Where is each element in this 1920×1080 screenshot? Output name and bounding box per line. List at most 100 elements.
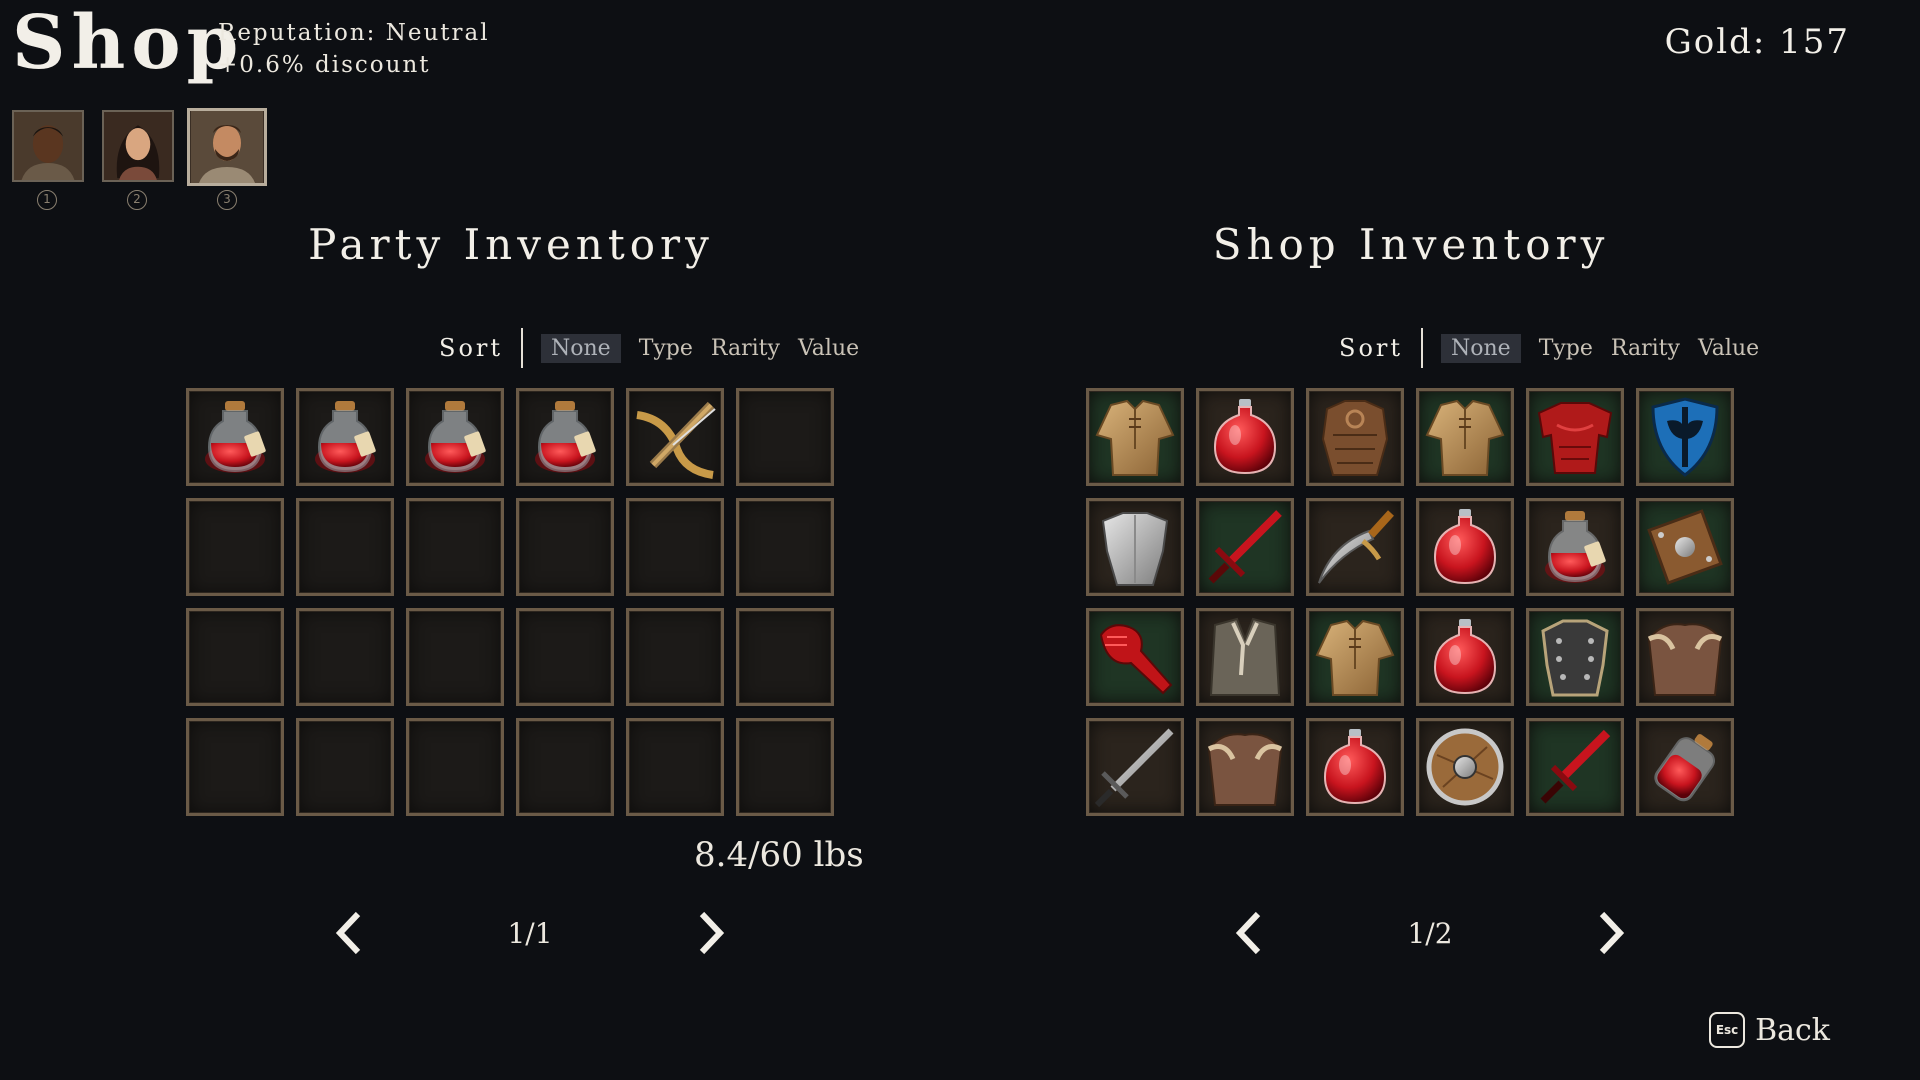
reputation-text: Reputation: Neutral [218,20,490,46]
shop-inventory-slot[interactable] [1086,498,1184,596]
party-inventory-empty-slot [296,498,394,596]
party-inventory-empty-slot [626,498,724,596]
shop-sort-bar: Sort None Type Rarity Value [1339,328,1759,368]
party-prev-page-button[interactable] [330,908,370,958]
party-inventory-slot[interactable] [516,388,614,486]
shop-inventory-slot[interactable] [1416,388,1514,486]
shop-sort-value[interactable]: Value [1698,334,1759,363]
shop-inventory-slot[interactable] [1196,498,1294,596]
shop-inventory-slot[interactable] [1306,388,1404,486]
shop-inventory-slot[interactable] [1306,718,1404,816]
fur-vest-icon [1203,615,1287,699]
party-inventory-grid [186,388,834,816]
shop-inventory-slot[interactable] [1526,498,1624,596]
leather-tunic-icon [1423,395,1507,479]
leather-tunic-icon [1313,615,1397,699]
esc-key-icon: Esc [1709,1012,1746,1048]
shop-inventory-slot[interactable] [1086,608,1184,706]
round-red-potion-icon [1423,505,1507,589]
shop-next-page-button[interactable] [1590,908,1630,958]
party-inventory-empty-slot [626,608,724,706]
shop-inventory-slot[interactable] [1526,608,1624,706]
shop-sort-none[interactable]: None [1441,333,1521,363]
back-button[interactable]: Esc Back [1709,1012,1830,1048]
party-inventory-empty-slot [516,718,614,816]
party-inventory-empty-slot [186,498,284,596]
shop-inventory-title: Shop Inventory [1212,220,1610,269]
shop-inventory-slot[interactable] [1416,608,1514,706]
shop-inventory-slot[interactable] [1306,498,1404,596]
shop-inventory-slot[interactable] [1636,608,1734,706]
party-page-number: 1/1 [507,916,553,950]
shop-pager: 1/2 [1230,908,1630,958]
red-gauntlet-icon [1093,615,1177,699]
blue-kite-shield-icon [1643,395,1727,479]
curved-dagger-icon [1313,505,1397,589]
steel-breastplate-icon [1093,505,1177,589]
shop-inventory-slot[interactable] [1416,498,1514,596]
chevron-left-icon [335,911,361,955]
health-potion-flask-icon [413,395,497,479]
shop-inventory-slot[interactable] [1086,388,1184,486]
shop-prev-page-button[interactable] [1230,908,1270,958]
chevron-right-icon [1599,911,1625,955]
round-red-potion-icon [1203,395,1287,479]
party-member-1-portrait[interactable] [12,110,84,182]
party-next-page-button[interactable] [690,908,730,958]
shop-inventory-slot[interactable] [1636,498,1734,596]
party-inventory-empty-slot [406,608,504,706]
chevron-left-icon [1235,911,1261,955]
shop-inventory-slot[interactable] [1196,608,1294,706]
leather-armor-icon [1313,395,1397,479]
party-pager: 1/1 [330,908,730,958]
party-inventory-title: Party Inventory [308,220,714,269]
party-inventory-empty-slot [406,718,504,816]
party-inventory-empty-slot [516,608,614,706]
party-inventory-empty-slot [626,718,724,816]
party-member-3-number: 3 [217,190,237,210]
shop-inventory-slot[interactable] [1196,718,1294,816]
dark-haired-woman-portrait-icon [104,112,172,180]
shop-inventory-slot[interactable] [1526,388,1624,486]
studded-armor-icon [1533,615,1617,699]
red-plate-armor-icon [1533,395,1617,479]
shop-inventory-slot[interactable] [1636,718,1734,816]
party-inventory-empty-slot [186,718,284,816]
party-inventory-empty-slot [736,608,834,706]
party-sort-rarity[interactable]: Rarity [711,334,780,363]
shop-inventory-slot[interactable] [1086,718,1184,816]
steel-sword-icon [1093,725,1177,809]
party-inventory-empty-slot [296,718,394,816]
party-sort-none[interactable]: None [541,333,621,363]
party-inventory-empty-slot [186,608,284,706]
health-potion-flask-icon [1533,505,1617,589]
shop-inventory-slot[interactable] [1306,608,1404,706]
party-sort-value[interactable]: Value [798,334,859,363]
wooden-square-shield-icon [1643,505,1727,589]
party-member-2-portrait[interactable] [102,110,174,182]
shop-inventory-slot[interactable] [1526,718,1624,816]
red-potion-jar-icon [1643,725,1727,809]
red-sword-icon [1203,505,1287,589]
party-sort-label: Sort [439,334,504,362]
party-member-3-portrait[interactable] [187,108,267,186]
shop-title: Shop [12,0,245,86]
party-sort-type[interactable]: Type [639,334,693,363]
party-inventory-slot[interactable] [626,388,724,486]
shop-inventory-slot[interactable] [1196,388,1294,486]
party-inventory-slot[interactable] [406,388,504,486]
party-inventory-slot[interactable] [296,388,394,486]
leather-pauldron-armor-icon [1643,615,1727,699]
party-weight: 8.4/60 lbs [694,835,864,875]
shop-inventory-slot[interactable] [1636,388,1734,486]
party-inventory-slot[interactable] [186,388,284,486]
shop-sort-rarity[interactable]: Rarity [1611,334,1680,363]
gold-amount: Gold: 157 [1664,22,1850,62]
party-inventory-empty-slot [736,388,834,486]
shop-inventory-slot[interactable] [1416,718,1514,816]
party-member-1-number: 1 [37,190,57,210]
shop-inventory-grid [1086,388,1734,816]
shop-page-number: 1/2 [1407,916,1453,950]
party-sort-bar: Sort None Type Rarity Value [439,328,859,368]
shop-sort-type[interactable]: Type [1539,334,1593,363]
